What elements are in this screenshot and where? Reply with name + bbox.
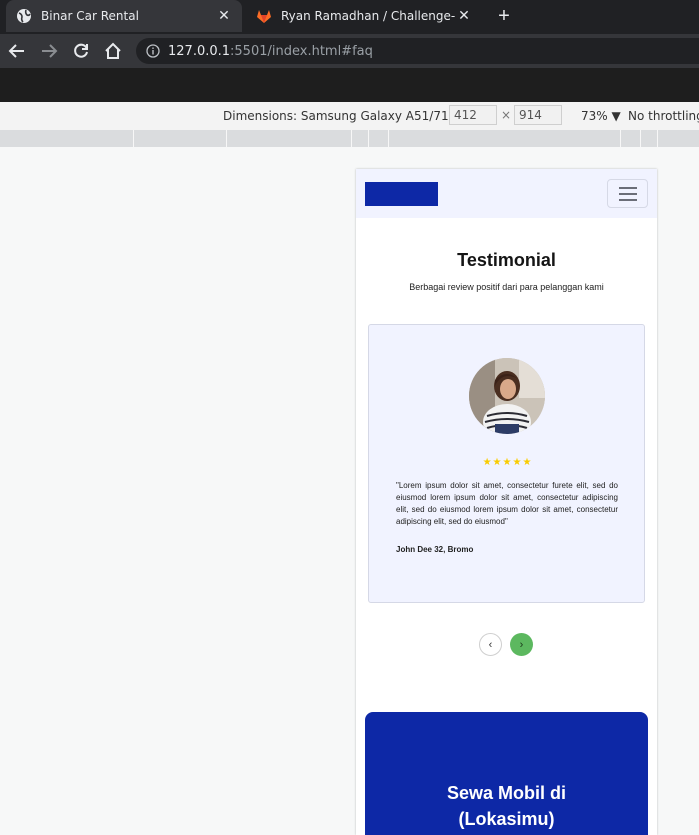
gitlab-icon — [257, 10, 271, 23]
testimonial-card: ★★★★★ "Lorem ipsum dolor sit amet, conse… — [368, 324, 645, 603]
url-host: 127.0.0.1 — [168, 43, 231, 59]
width-input[interactable]: 412 — [449, 105, 497, 125]
testimonial-quote: "Lorem ipsum dolor sit amet, consectetur… — [396, 481, 618, 526]
site-logo[interactable] — [365, 182, 438, 206]
address-bar[interactable]: 127.0.0.1:5501/index.html#faq — [136, 38, 699, 64]
media-query-bar[interactable] — [0, 130, 699, 147]
reload-icon[interactable] — [69, 39, 93, 63]
new-tab-icon[interactable]: + — [493, 5, 515, 27]
info-icon[interactable] — [146, 44, 160, 58]
cta-title: Sewa Mobil di (Lokasimu) — [446, 783, 566, 829]
home-icon[interactable] — [101, 39, 125, 63]
close-tab-icon[interactable]: ✕ — [456, 8, 472, 24]
globe-icon — [17, 9, 31, 23]
testimonial-subtitle: Berbagai review positif dari para pelang… — [409, 282, 604, 292]
browser-toolbar: 127.0.0.1:5501/index.html#faq — [0, 34, 699, 68]
chevron-left-icon: ‹ — [488, 638, 493, 651]
devtools-top-strip — [0, 68, 699, 102]
browser-tab-active[interactable]: Binar Car Rental ✕ — [6, 0, 242, 32]
rating-stars: ★★★★★ — [482, 457, 533, 468]
testimonial-title: Testimonial — [457, 250, 556, 270]
dropdown-icon: ▼ — [611, 109, 621, 123]
close-tab-icon[interactable]: ✕ — [216, 8, 232, 24]
avatar — [469, 358, 545, 434]
device-toolbar: Dimensions: Samsung Galaxy A51/71 ▼ 412 … — [0, 102, 699, 130]
device-viewport: Testimonial Berbagai review positif dari… — [356, 169, 657, 835]
testimonial-author: John Dee 32, Bromo — [396, 545, 474, 554]
browser-tabstrip: Binar Car Rental ✕ Ryan Ramadhan / Chall… — [0, 0, 699, 34]
height-input[interactable]: 914 — [514, 105, 562, 125]
device-select[interactable]: Dimensions: Samsung Galaxy A51/71 ▼ — [223, 109, 462, 123]
hamburger-icon — [618, 186, 637, 189]
forward-icon[interactable] — [37, 39, 61, 63]
chevron-right-icon: › — [519, 638, 524, 651]
url-path: :5501/index.html#faq — [230, 43, 373, 59]
times-label: × — [501, 108, 512, 122]
site-navbar — [356, 169, 657, 218]
throttle-select[interactable]: No throttling — [628, 109, 699, 123]
cta-banner: Sewa Mobil di (Lokasimu) — [365, 712, 648, 835]
tab-title: Binar Car Rental — [41, 9, 139, 23]
tab-title: Ryan Ramadhan / Challenge-03 · — [281, 9, 456, 23]
zoom-select[interactable]: 73% ▼ — [581, 109, 621, 123]
back-icon[interactable] — [5, 39, 29, 63]
prev-button[interactable]: ‹ — [479, 633, 502, 656]
next-button[interactable]: › — [510, 633, 533, 656]
menu-toggle-button[interactable] — [607, 179, 648, 208]
browser-tab-inactive[interactable]: Ryan Ramadhan / Challenge-03 · ✕ — [246, 0, 482, 32]
